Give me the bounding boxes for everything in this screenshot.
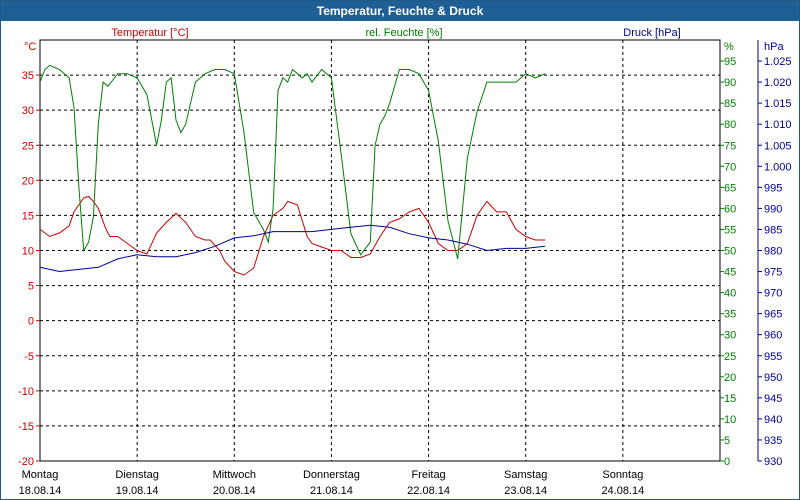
x-tick-label-date: 23.08.14 — [504, 485, 547, 497]
pressure-series-line — [39, 224, 546, 273]
humidity-tick-label: 0 — [724, 456, 730, 468]
pressure-tick-label: 995 — [764, 182, 782, 194]
x-tick-label-day: Dienstag — [115, 469, 158, 481]
temperature-tick-label: 25 — [22, 140, 34, 152]
temperature-tick-label: 20 — [22, 175, 34, 187]
temperature-tick-label: 5 — [28, 281, 34, 293]
humidity-tick-label: 35 — [724, 309, 736, 321]
pressure-tick-label: 930 — [764, 456, 782, 468]
humidity-tick-label: 5 — [724, 435, 730, 447]
humidity-tick-label: 50 — [724, 246, 736, 258]
pressure-tick-label: 1.020 — [764, 77, 792, 89]
x-tick-label-date: 24.08.14 — [601, 485, 644, 497]
pressure-unit: hPa — [764, 41, 784, 53]
humidity-axis-title: rel. Feuchte [%] — [365, 27, 442, 39]
humidity-tick-label: 85 — [724, 98, 736, 110]
x-tick-label-day: Montag — [22, 469, 59, 481]
humidity-unit: % — [724, 41, 734, 53]
pressure-tick-label: 950 — [764, 372, 782, 384]
pressure-tick-label: 960 — [764, 330, 782, 342]
pressure-tick-label: 1.010 — [764, 119, 792, 131]
humidity-tick-label: 80 — [724, 119, 736, 131]
x-tick-label-date: 21.08.14 — [310, 485, 353, 497]
temperature-tick-label: -15 — [18, 421, 34, 433]
humidity-tick-label: 30 — [724, 330, 736, 342]
temperature-tick-label: 35 — [22, 70, 34, 82]
humidity-tick-label: 65 — [724, 182, 736, 194]
x-tick-label-day: Donnerstag — [303, 469, 360, 481]
humidity-tick-label: 90 — [724, 77, 736, 89]
pressure-tick-label: 970 — [764, 288, 782, 300]
pressure-tick-label: 1.015 — [764, 98, 792, 110]
x-tick-label-day: Freitag — [411, 469, 445, 481]
pressure-tick-label: 945 — [764, 393, 782, 405]
humidity-tick-label: 55 — [724, 224, 736, 236]
x-tick-label-day: Sonntag — [602, 469, 643, 481]
pressure-tick-label: 975 — [764, 267, 782, 279]
x-tick-label-day: Samstag — [504, 469, 547, 481]
temperature-tick-label: -20 — [18, 456, 34, 468]
x-tick-label-date: 18.08.14 — [19, 485, 62, 497]
humidity-tick-label: 95 — [724, 56, 736, 68]
humidity-series-line — [39, 64, 546, 260]
humidity-tick-label: 15 — [724, 393, 736, 405]
temperature-tick-label: 0 — [28, 316, 34, 328]
humidity-tick-label: 75 — [724, 140, 736, 152]
humidity-tick-label: 10 — [724, 414, 736, 426]
temperature-tick-label: 30 — [22, 105, 34, 117]
grid — [40, 40, 720, 461]
humidity-tick-label: 60 — [724, 203, 736, 215]
pressure-tick-label: 985 — [764, 224, 782, 236]
temperature-axis-title: Temperatur [°C] — [111, 27, 188, 39]
temperature-tick-label: 10 — [22, 246, 34, 258]
weather-chart: 35302520151050-5-10-15-20°C9590858075706… — [18, 27, 791, 497]
axis-labels: 35302520151050-5-10-15-20°C9590858075706… — [18, 27, 791, 497]
pressure-tick-label: 1.000 — [764, 161, 792, 173]
pressure-tick-label: 940 — [764, 414, 782, 426]
temperature-tick-label: 15 — [22, 210, 34, 222]
pressure-tick-label: 980 — [764, 246, 782, 258]
pressure-tick-label: 990 — [764, 203, 782, 215]
x-tick-label-date: 20.08.14 — [213, 485, 256, 497]
pressure-tick-label: 935 — [764, 435, 782, 447]
humidity-tick-label: 20 — [724, 372, 736, 384]
humidity-tick-label: 45 — [724, 267, 736, 279]
pressure-tick-label: 965 — [764, 309, 782, 321]
humidity-tick-label: 40 — [724, 288, 736, 300]
x-tick-label-date: 22.08.14 — [407, 485, 450, 497]
humidity-tick-label: 70 — [724, 161, 736, 173]
temperature-tick-label: -5 — [24, 351, 34, 363]
humidity-tick-label: 25 — [724, 351, 736, 363]
pressure-tick-label: 955 — [764, 351, 782, 363]
pressure-tick-label: 1.005 — [764, 140, 792, 152]
x-tick-label-day: Mittwoch — [213, 469, 256, 481]
pressure-axis-title: Druck [hPa] — [623, 27, 680, 39]
temperature-tick-label: -10 — [18, 386, 34, 398]
temperature-series-line — [39, 195, 546, 276]
series — [39, 64, 546, 276]
x-tick-label-date: 19.08.14 — [116, 485, 159, 497]
pressure-tick-label: 1.025 — [764, 56, 792, 68]
temperature-unit: °C — [24, 41, 36, 53]
